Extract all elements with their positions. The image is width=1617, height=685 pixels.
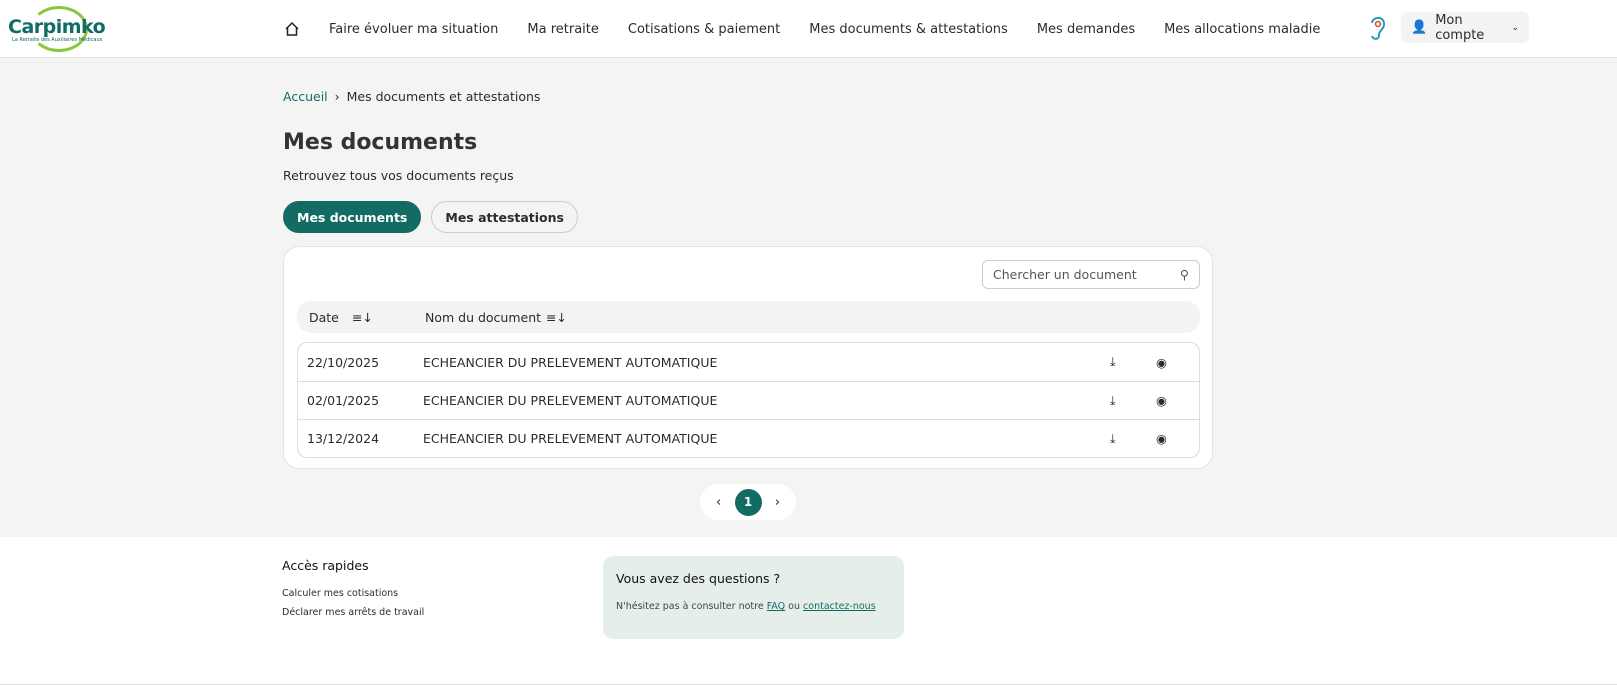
nav-demandes[interactable]: Mes demandes bbox=[1037, 22, 1135, 37]
carpimko-logo[interactable]: Carpimko La Retraite des Auxiliaires Méd… bbox=[8, 6, 106, 52]
prev-page-button[interactable]: ‹ bbox=[716, 495, 721, 510]
contact-link[interactable]: contactez-nous bbox=[803, 601, 876, 612]
sort-name-icon[interactable]: ≡↓ bbox=[546, 310, 567, 325]
questions-box: Vous avez des questions ? N'hésitez pas … bbox=[603, 556, 904, 639]
account-menu-button[interactable]: 👤 Mon compte ⌄ bbox=[1401, 12, 1529, 43]
view-eye-icon[interactable]: ◉ bbox=[1156, 431, 1167, 446]
view-eye-icon[interactable]: ◉ bbox=[1156, 393, 1167, 408]
nav-ma-retraite[interactable]: Ma retraite bbox=[527, 22, 599, 37]
sort-date-icon[interactable]: ≡↓ bbox=[352, 310, 373, 325]
download-icon[interactable]: ⤓ bbox=[1110, 393, 1116, 409]
page-1-button[interactable]: 1 bbox=[734, 488, 762, 516]
table-header: Date ≡↓ Nom du document ≡↓ bbox=[297, 301, 1200, 333]
search-input[interactable]: Chercher un document ⚲ bbox=[982, 260, 1200, 289]
tab-mes-attestations[interactable]: Mes attestations bbox=[431, 201, 578, 233]
download-icon[interactable]: ⤓ bbox=[1110, 354, 1116, 370]
link-declarer-arrets[interactable]: Déclarer mes arrêts de travail bbox=[282, 607, 424, 618]
header: Carpimko La Retraite des Auxiliaires Méd… bbox=[0, 0, 1617, 58]
quick-access: Accès rapides Calculer mes cotisations D… bbox=[282, 558, 425, 618]
breadcrumb-home[interactable]: Accueil bbox=[283, 89, 328, 104]
table-row: 22/10/2025 ECHEANCIER DU PRELEVEMENT AUT… bbox=[307, 354, 1167, 370]
pagination: ‹ 1 › bbox=[700, 484, 796, 520]
table-row: 02/01/2025 ECHEANCIER DU PRELEVEMENT AUT… bbox=[298, 381, 1199, 419]
search-icon[interactable]: ⚲ bbox=[1180, 267, 1189, 282]
next-page-button[interactable]: › bbox=[775, 495, 780, 510]
chevron-down-icon: ⌄ bbox=[1511, 22, 1519, 33]
page-subtitle: Retrouvez tous vos documents reçus bbox=[283, 168, 514, 183]
user-icon: 👤 bbox=[1411, 20, 1428, 35]
page-title: Mes documents bbox=[283, 130, 478, 155]
download-icon[interactable]: ⤓ bbox=[1110, 431, 1116, 447]
table-row: 13/12/2024 ECHEANCIER DU PRELEVEMENT AUT… bbox=[298, 419, 1199, 457]
tab-mes-documents[interactable]: Mes documents bbox=[283, 201, 422, 233]
main-nav: Faire évoluer ma situation Ma retraite C… bbox=[284, 0, 1320, 58]
documents-card: Chercher un document ⚲ Date ≡↓ Nom du do… bbox=[283, 246, 1213, 469]
nav-cotisations[interactable]: Cotisations & paiement bbox=[628, 22, 780, 37]
faq-link[interactable]: FAQ bbox=[767, 601, 785, 612]
nav-faire-evoluer[interactable]: Faire évoluer ma situation bbox=[329, 22, 498, 37]
home-icon[interactable] bbox=[284, 21, 300, 37]
accessibility-ear-icon[interactable] bbox=[1368, 14, 1388, 42]
link-calculer-cotisations[interactable]: Calculer mes cotisations bbox=[282, 588, 424, 599]
view-eye-icon[interactable]: ◉ bbox=[1156, 355, 1167, 370]
main-content: Accueil › Mes documents et attestations … bbox=[283, 58, 1213, 469]
nav-allocations[interactable]: Mes allocations maladie bbox=[1164, 22, 1320, 37]
nav-documents[interactable]: Mes documents & attestations bbox=[809, 22, 1008, 37]
breadcrumb: Accueil › Mes documents et attestations bbox=[283, 89, 541, 104]
footer: Accès rapides Calculer mes cotisations D… bbox=[0, 537, 1617, 685]
